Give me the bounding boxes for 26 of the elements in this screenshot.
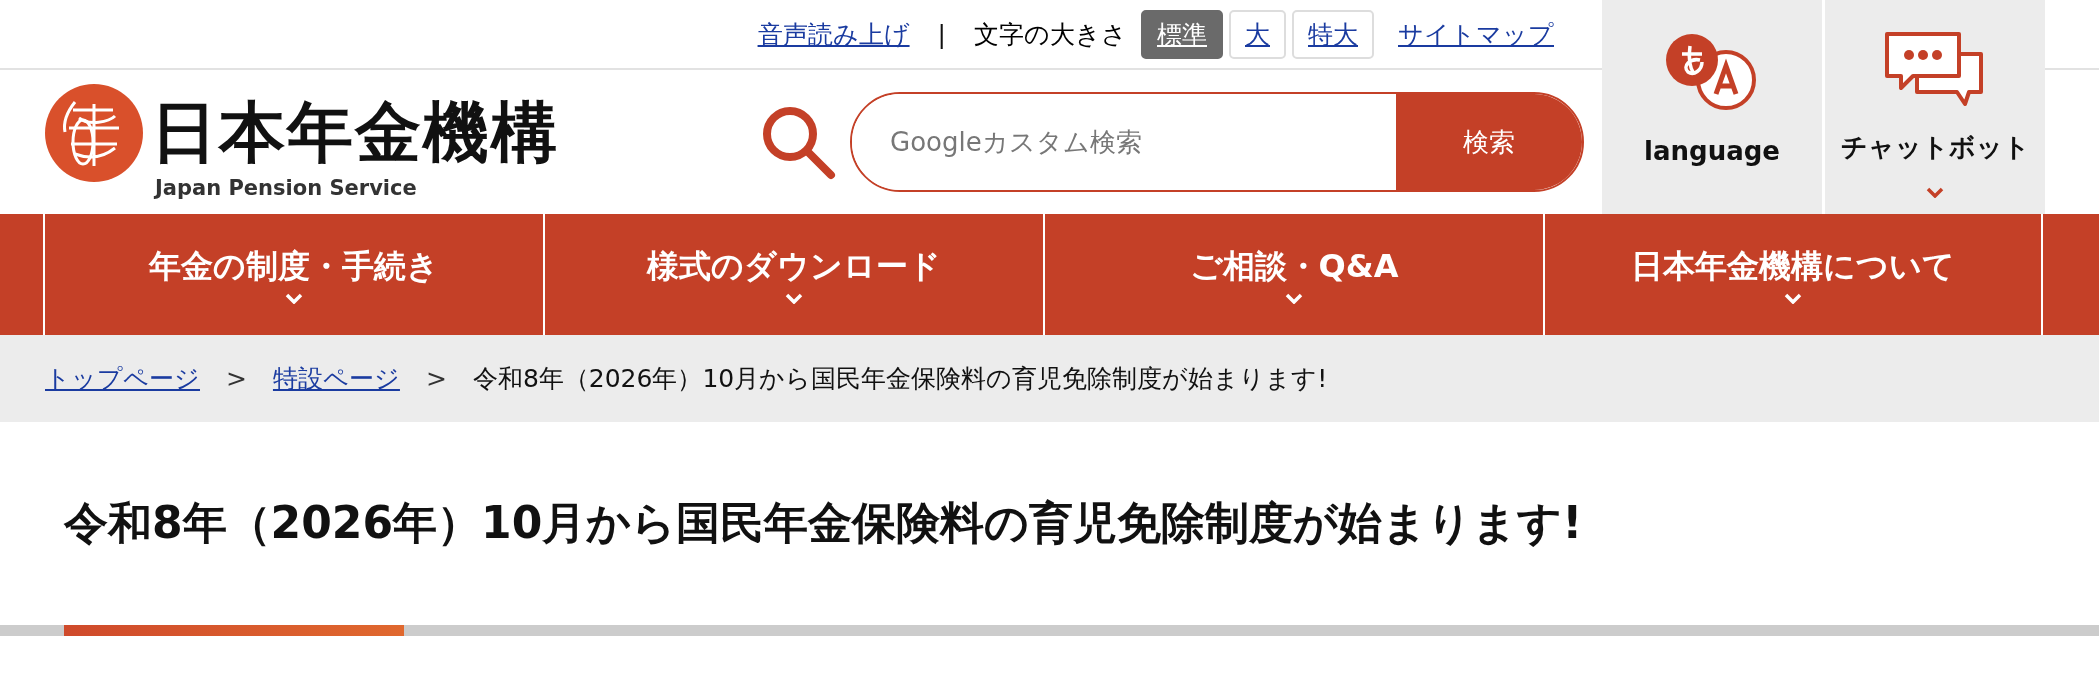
search-icon [760,104,836,180]
caret-icon [285,293,303,304]
font-size-button[interactable]: 標準 [1141,9,1223,59]
breadcrumb-separator: > [425,364,447,393]
read-aloud-link[interactable]: 音声読み上げ [757,17,910,51]
breadcrumb-link[interactable]: 特設ページ [272,362,400,395]
separator: | [937,19,946,49]
logo-name: 日本年金機構 [151,93,559,173]
breadcrumb-current: 令和8年（2026年）10月から国民年金保険料の育児免除制度が始まります! [472,363,1328,395]
search-button[interactable]: 検索 [1396,94,1582,190]
sitemap-link[interactable]: サイトマップ [1398,17,1554,51]
caret-icon [785,293,803,304]
font-size-button[interactable]: 特大 [1292,9,1374,59]
language-button[interactable]: language [1602,0,1822,214]
chatbot-button[interactable]: チャットボット [1825,0,2045,214]
search-field[interactable]: Googleカスタム検索 検索 [850,92,1584,192]
caret-icon [1784,293,1802,304]
breadcrumb-link[interactable]: トップページ [45,362,200,395]
caret-icon [1926,187,1944,198]
logo-subtitle: Japan Pension Service [155,176,418,200]
font-size-label: 文字の大きさ [974,18,1127,51]
page-title: 令和8年（2026年）10月から国民年金保険料の育児免除制度が始まります! [64,496,1584,550]
logo-emblem-icon [45,84,143,182]
caret-icon [1285,293,1303,304]
breadcrumb-separator: > [226,364,247,393]
font-size-button[interactable]: 大 [1229,9,1286,59]
